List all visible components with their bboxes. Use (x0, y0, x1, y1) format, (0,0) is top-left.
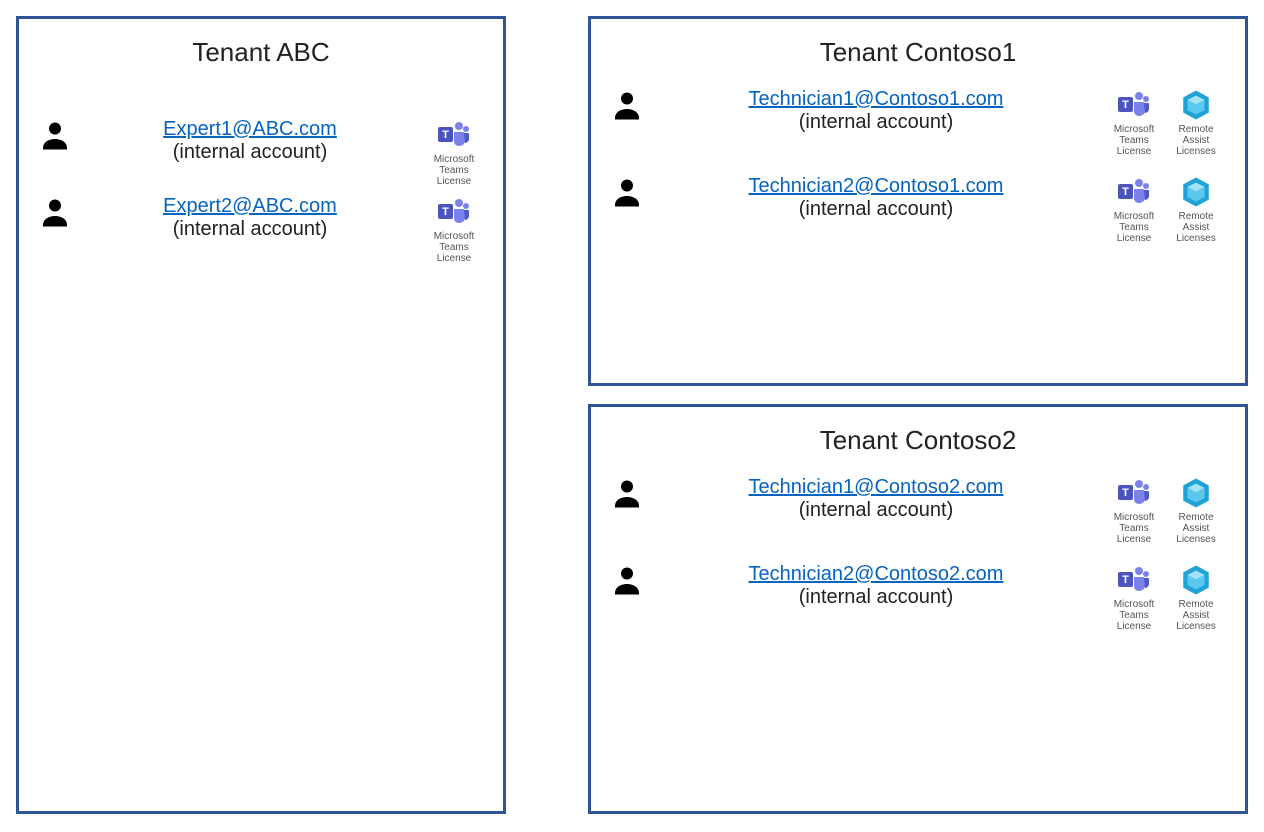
user-email-link[interactable]: Technician1@Contoso1.com (655, 88, 1097, 111)
user-icon (609, 563, 649, 599)
user-icon (609, 476, 649, 512)
teams-license-label: Microsoft Teams License (1103, 211, 1165, 244)
remote-assist-license: Remote Assist Licenses (1165, 476, 1227, 545)
user-text: Technician2@Contoso2.com (internal accou… (655, 563, 1097, 609)
tenant-title: Tenant ABC (19, 37, 503, 68)
svg-text:T: T (1122, 99, 1129, 111)
remote-assist-icon (1165, 563, 1227, 597)
remote-assist-icon (1165, 476, 1227, 510)
user-email-link[interactable]: Technician1@Contoso2.com (655, 476, 1097, 499)
tenant-box-contoso1: Tenant Contoso1 Technician1@Contoso1.com… (588, 16, 1248, 386)
user-note: (internal account) (799, 198, 954, 220)
user-text: Technician1@Contoso2.com (internal accou… (655, 476, 1097, 522)
user-email-link[interactable]: Technician2@Contoso1.com (655, 175, 1097, 198)
tenant-title: Tenant Contoso2 (591, 425, 1245, 456)
user-text: Technician1@Contoso1.com (internal accou… (655, 88, 1097, 134)
remote-assist-license-label: Remote Assist Licenses (1165, 512, 1227, 545)
teams-license-label: Microsoft Teams License (1103, 512, 1165, 545)
remote-assist-license-label: Remote Assist Licenses (1165, 124, 1227, 157)
user-icon (37, 118, 77, 154)
user-text: Expert2@ABC.com (internal account) (83, 195, 417, 241)
user-icon (609, 175, 649, 211)
license-stack: T Microsoft Teams License (1103, 175, 1227, 244)
teams-icon: T (1103, 476, 1165, 510)
user-icon (609, 88, 649, 124)
svg-text:T: T (1122, 487, 1129, 499)
teams-icon: T (423, 195, 485, 229)
teams-icon: T (1103, 175, 1165, 209)
teams-license: T Microsoft Teams License (423, 195, 485, 264)
remote-assist-license: Remote Assist Licenses (1165, 563, 1227, 632)
license-stack: T Microsoft Teams License (1103, 476, 1227, 545)
user-email-link[interactable]: Technician2@Contoso2.com (655, 563, 1097, 586)
tenant-title: Tenant Contoso1 (591, 37, 1245, 68)
user-icon (37, 195, 77, 231)
license-stack: T Microsoft Teams License (1103, 88, 1227, 157)
tenant-box-contoso2: Tenant Contoso2 Technician1@Contoso2.com… (588, 404, 1248, 814)
teams-license: T Microsoft Teams License (1103, 563, 1165, 632)
teams-license: T Microsoft Teams License (1103, 175, 1165, 244)
user-text: Expert1@ABC.com (internal account) (83, 118, 417, 164)
user-email-link[interactable]: Expert2@ABC.com (83, 195, 417, 218)
user-note: (internal account) (173, 218, 328, 240)
remote-assist-license-label: Remote Assist Licenses (1165, 599, 1227, 632)
teams-license-label: Microsoft Teams License (423, 231, 485, 264)
teams-license-label: Microsoft Teams License (423, 154, 485, 187)
user-row: Technician2@Contoso2.com (internal accou… (609, 563, 1227, 632)
teams-icon: T (423, 118, 485, 152)
user-text: Technician2@Contoso1.com (internal accou… (655, 175, 1097, 221)
user-email-link[interactable]: Expert1@ABC.com (83, 118, 417, 141)
user-row: Technician2@Contoso1.com (internal accou… (609, 175, 1227, 244)
user-row: Technician1@Contoso1.com (internal accou… (609, 88, 1227, 157)
remote-assist-icon (1165, 88, 1227, 122)
teams-icon: T (1103, 563, 1165, 597)
user-note: (internal account) (799, 111, 954, 133)
svg-text:T: T (1122, 574, 1129, 586)
svg-text:T: T (1122, 186, 1129, 198)
user-note: (internal account) (173, 141, 328, 163)
remote-assist-icon (1165, 175, 1227, 209)
license-stack: T Microsoft Teams License (1103, 563, 1227, 632)
user-note: (internal account) (799, 499, 954, 521)
teams-icon: T (1103, 88, 1165, 122)
teams-license-label: Microsoft Teams License (1103, 599, 1165, 632)
license-stack: T Microsoft Teams License (423, 118, 485, 187)
remote-assist-license: Remote Assist Licenses (1165, 175, 1227, 244)
user-note: (internal account) (799, 586, 954, 608)
teams-license: T Microsoft Teams License (1103, 88, 1165, 157)
svg-text:T: T (442, 129, 449, 141)
user-row: Expert1@ABC.com (internal account) T Mic… (37, 118, 485, 187)
user-row: Technician1@Contoso2.com (internal accou… (609, 476, 1227, 545)
teams-license-label: Microsoft Teams License (1103, 124, 1165, 157)
teams-license: T Microsoft Teams License (423, 118, 485, 187)
user-row: Expert2@ABC.com (internal account) T Mic… (37, 195, 485, 264)
remote-assist-license-label: Remote Assist Licenses (1165, 211, 1227, 244)
license-stack: T Microsoft Teams License (423, 195, 485, 264)
tenant-box-abc: Tenant ABC Expert1@ABC.com (internal acc… (16, 16, 506, 814)
svg-text:T: T (442, 206, 449, 218)
teams-license: T Microsoft Teams License (1103, 476, 1165, 545)
remote-assist-license: Remote Assist Licenses (1165, 88, 1227, 157)
